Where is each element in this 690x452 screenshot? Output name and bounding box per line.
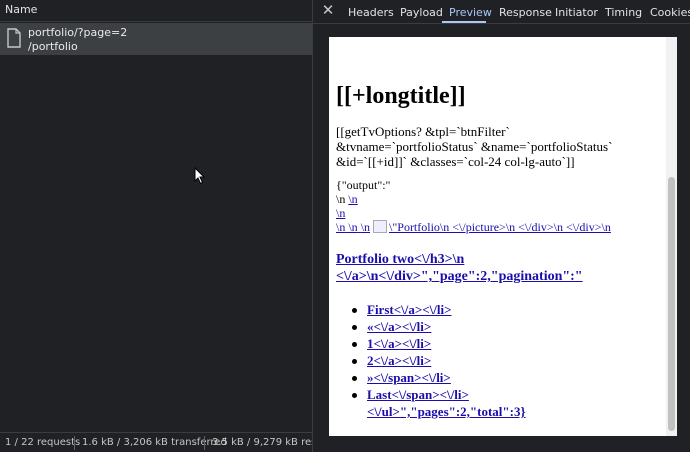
pagination-item: 1<\/a><\/li> xyxy=(349,335,539,352)
status-divider xyxy=(204,436,205,450)
request-row[interactable]: portfolio/?page=2 /portfolio xyxy=(0,23,312,55)
pagination-item: Last<\/span><\/li> <\/ul>","pages":2,"to… xyxy=(349,386,539,420)
name-column-header[interactable]: Name xyxy=(0,0,312,22)
scrollbar-thumb[interactable] xyxy=(668,177,675,431)
output-link[interactable]: \n xyxy=(348,192,357,206)
output-line: \n xyxy=(336,206,654,220)
mouse-pointer-icon xyxy=(194,167,206,185)
broken-image-icon xyxy=(373,220,388,233)
tab-response[interactable]: Response xyxy=(499,6,552,19)
preview-frame[interactable]: [[+longtitle]] [[getTvOptions? &tpl=`btn… xyxy=(329,37,677,436)
tab-headers[interactable]: Headers xyxy=(348,6,394,19)
pagination-item: «<\/a><\/li> xyxy=(349,318,539,335)
tab-payload[interactable]: Payload xyxy=(400,6,443,19)
output-text: \n xyxy=(336,192,346,206)
preview-scrollbar[interactable] xyxy=(666,37,677,436)
output-line: {"output":" xyxy=(336,178,391,192)
output-link[interactable]: \n \n \n xyxy=(336,220,370,234)
tab-initiator[interactable]: Initiator xyxy=(555,6,598,19)
pagination-prev-link[interactable]: «<\/a><\/li> xyxy=(367,319,431,334)
pagination-first-link[interactable]: First<\/a><\/li> xyxy=(367,302,452,317)
request-path: /portfolio xyxy=(28,40,78,53)
preview-paragraph: [[getTvOptions? &tpl=`btnFilter` &tvname… xyxy=(336,124,613,169)
request-name: portfolio/?page=2 xyxy=(28,26,128,39)
request-detail-pane: ✕ Headers Payload Preview Response Initi… xyxy=(313,0,690,452)
pagination-last-link[interactable]: Last<\/span><\/li> <\/ul>","pages":2,"to… xyxy=(367,387,526,419)
pagination-list: First<\/a><\/li> «<\/a><\/li> 1<\/a><\/l… xyxy=(349,301,539,420)
portfolio-image-link[interactable]: \"Portfolio\n <\/picture>\n <\/div>\n <\… xyxy=(389,220,611,234)
tab-preview[interactable]: Preview xyxy=(449,6,492,19)
pagination-page-1-link[interactable]: 1<\/a><\/li> xyxy=(367,336,431,351)
detail-tab-bar: ✕ Headers Payload Preview Response Initi… xyxy=(313,0,690,24)
preview-title: [[+longtitle]] xyxy=(336,83,466,109)
requests-pane: Name portfolio/?page=2 /portfolio 1 / 22… xyxy=(0,0,312,452)
status-bar: 1 / 22 requests 1.6 kB / 3,206 kB transf… xyxy=(0,432,312,452)
output-link[interactable]: \n xyxy=(336,206,345,220)
close-icon[interactable]: ✕ xyxy=(321,3,335,18)
pagination-next-link[interactable]: »<\/span><\/li> xyxy=(367,370,451,385)
pagination-page-2-link[interactable]: 2<\/a><\/li> xyxy=(367,353,431,368)
document-icon xyxy=(7,28,21,48)
preview-heading: Portfolio two<\/h3>\n <\/a>\n<\/div>","p… xyxy=(336,251,656,285)
pagination-item: First<\/a><\/li> xyxy=(349,301,539,318)
preview-output: {"output":" \n \n \n \n \n \n \"Portfoli… xyxy=(336,178,654,234)
active-tab-indicator xyxy=(442,21,486,23)
output-line: \n \n xyxy=(336,192,654,206)
status-divider xyxy=(74,436,75,450)
tab-timing[interactable]: Timing xyxy=(605,6,642,19)
pagination-item: 2<\/a><\/li> xyxy=(349,352,539,369)
request-count: 1 / 22 requests xyxy=(5,437,81,448)
portfolio-two-link[interactable]: Portfolio two<\/h3>\n <\/a>\n<\/div>","p… xyxy=(336,252,583,284)
pagination-item: »<\/span><\/li> xyxy=(349,369,539,386)
transferred-size: 1.6 kB / 3,206 kB transferred xyxy=(82,437,227,448)
tab-cookies[interactable]: Cookies xyxy=(650,6,690,19)
resources-size: 3.5 kB / 9,279 kB resources xyxy=(212,437,312,448)
output-line: \n \n \n \"Portfolio\n <\/picture>\n <\/… xyxy=(336,220,654,234)
